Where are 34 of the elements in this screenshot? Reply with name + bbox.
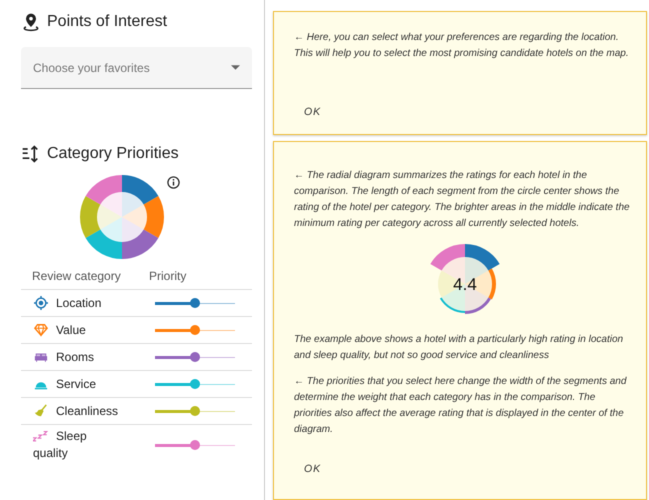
column-header: Priority — [149, 269, 186, 283]
section-title: Points of Interest — [47, 13, 168, 31]
priority-slider[interactable] — [155, 406, 235, 416]
diagram-segment — [80, 196, 122, 238]
category-label: Sleep quality — [33, 429, 87, 460]
priority-slider[interactable] — [155, 440, 235, 450]
help-text: ← The radial diagram summarizes the ratings for each hotel in the comparison. The length of each segment from the circle center shows the rating of the hotel per category. The brighter areas in the middle indicate the minimum rating per category across all currently selected hotels. — [294, 169, 630, 231]
average-rating: 4.4 — [453, 275, 477, 294]
diagram-segment — [85, 217, 122, 259]
help-text: ← The priorities that you select here change the width of the segments and determine the weight that each category has in the comparison. The priorities also affect the average rating that is displayed in the center of the diagram. — [294, 375, 628, 437]
category-label: Location — [56, 296, 102, 310]
category-label: Cleanliness — [56, 404, 118, 418]
diagram-segment — [122, 196, 164, 238]
diagram-segment — [122, 217, 158, 259]
help-text: ← Here, you can select what your preferences are regarding the location. This will help you to select the most promising candidate hotels on the map. — [294, 31, 630, 61]
help-text: The example above shows a hotel with a particularly high rating in location and sleep quality, but not so good service and cleanliness — [294, 333, 624, 363]
priority-slider[interactable] — [155, 325, 235, 335]
diagram-segment — [122, 175, 158, 217]
category-label: Value — [56, 322, 86, 336]
sort-priority-icon — [21, 144, 41, 164]
section-title: Category Priorities — [47, 145, 179, 163]
diagram-segment — [85, 175, 122, 217]
info-icon[interactable] — [167, 176, 180, 189]
priority-slider[interactable] — [155, 352, 235, 362]
favorites-select[interactable]: Choose your favorites — [21, 47, 252, 89]
priority-slider[interactable] — [155, 379, 235, 389]
map-pin-icon — [21, 12, 41, 32]
priority-slider[interactable] — [155, 298, 235, 308]
category-label: Rooms — [56, 350, 94, 364]
ok-button[interactable]: OK — [294, 457, 332, 481]
category-label: Service — [56, 376, 96, 390]
column-header: Review category — [32, 269, 122, 283]
ok-button[interactable]: OK — [294, 100, 332, 124]
dropdown-caret-icon — [231, 65, 240, 70]
